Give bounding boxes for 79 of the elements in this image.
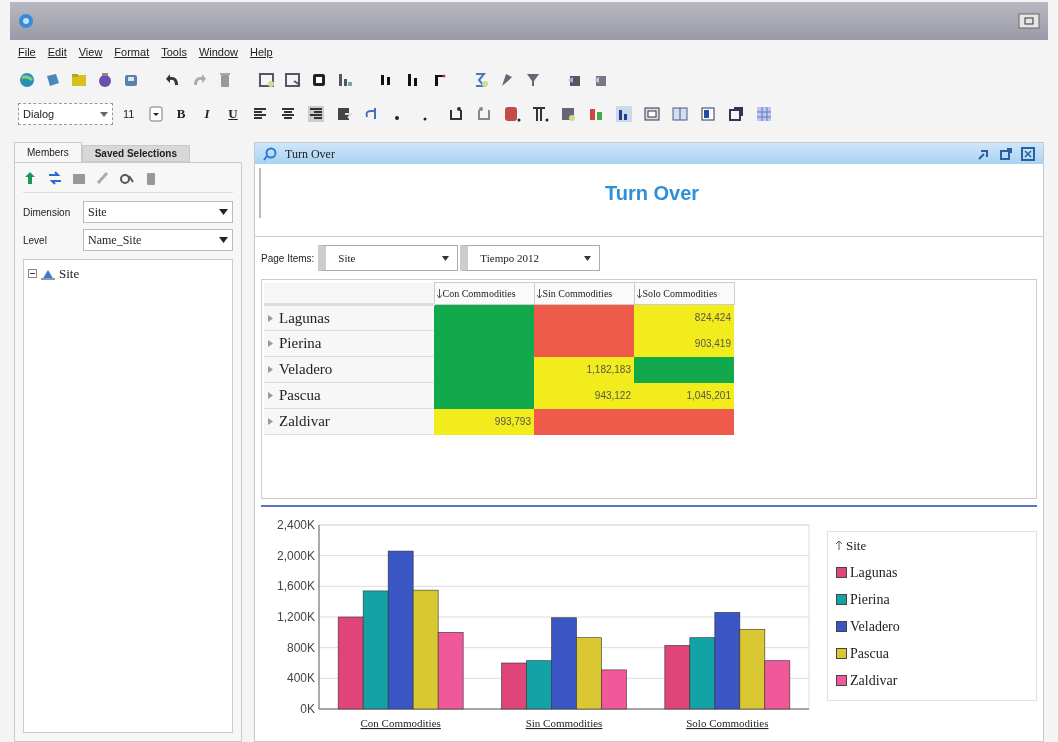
tree-item[interactable]: Site [59, 264, 80, 284]
menu-item[interactable]: Window [198, 43, 238, 61]
chart-icon[interactable] [336, 71, 354, 89]
bar [501, 662, 527, 710]
legend-label: Pierina [850, 590, 890, 609]
legend-title: Site [846, 537, 867, 555]
grid-icon[interactable] [643, 105, 661, 123]
page-items-label: Page Items: [261, 251, 315, 266]
y-axis-label: 400K [286, 671, 315, 686]
panel-tab[interactable]: Saved Selections [81, 145, 190, 162]
menu-item[interactable]: Tools [161, 43, 187, 61]
expand-icon[interactable] [268, 340, 273, 347]
report-icon [263, 146, 277, 161]
expand-icon[interactable] [268, 392, 273, 399]
legend-label: Lagunas [850, 563, 898, 582]
grid-icon[interactable] [755, 105, 773, 123]
table-cell: 1,182,183 [534, 356, 634, 383]
copy-icon[interactable] [727, 105, 745, 123]
dropdown-icon[interactable] [149, 106, 163, 122]
table-icon[interactable] [284, 71, 302, 89]
style-button[interactable]: I [199, 104, 215, 124]
y-axis-label: 2,400K [276, 518, 315, 532]
expand-icon[interactable] [268, 366, 273, 373]
x-axis-label: Sin Commodities [525, 717, 603, 729]
detach-icon[interactable] [999, 146, 1013, 161]
restore-icon[interactable] [1018, 13, 1040, 29]
report-window-title: Turn Over [285, 145, 335, 163]
font-dropdown[interactable]: Dialog [18, 103, 113, 125]
page-item-dropdown[interactable]: Site [318, 245, 459, 271]
wrap-icon[interactable] [335, 105, 353, 123]
dropdown-arrow-icon [219, 237, 228, 243]
menu-item[interactable]: Format [114, 43, 150, 61]
field-label: Level [23, 233, 48, 248]
page-item-dropdown[interactable]: Tiempo 2012 [460, 245, 601, 271]
panel-icon[interactable] [699, 105, 717, 123]
dropdown-arrow-icon [442, 255, 450, 261]
menu-item[interactable]: Edit [47, 43, 67, 61]
bar-chart-icon[interactable] [615, 105, 633, 123]
dropdown-arrow-icon [219, 209, 228, 215]
square-icon[interactable] [310, 71, 328, 89]
y-axis-label: 0K [300, 702, 315, 716]
panel-tab[interactable]: Members [14, 142, 82, 162]
bar [664, 645, 691, 710]
x-axis-label: Solo Commodities [686, 717, 769, 729]
menu-item[interactable]: View [78, 43, 103, 61]
expand-icon[interactable] [268, 314, 273, 322]
expand-icon[interactable] [268, 418, 273, 425]
app-icon [18, 13, 34, 29]
dropdown-arrow-icon [100, 111, 108, 117]
table-icon[interactable] [258, 71, 276, 89]
table-cell: 824,424 [634, 304, 734, 331]
table-cell: 943,122 [534, 382, 634, 409]
table-cell: 903,419 [634, 330, 734, 357]
table-cell: 1,045,201 [634, 382, 734, 409]
y-axis-label: 1,600K [276, 579, 315, 594]
align-right-icon[interactable] [307, 105, 325, 123]
font-size-field[interactable]: 11 [123, 105, 139, 123]
y-axis-label: 2,000K [276, 548, 315, 563]
legend-label: Pascua [850, 644, 889, 663]
dropdown-arrow-icon [584, 255, 592, 261]
style-button[interactable]: U [225, 104, 241, 124]
menu-item[interactable]: Help [250, 43, 273, 61]
y-axis-label: 800K [286, 640, 315, 655]
x-axis-label: Con Commodities [360, 717, 441, 729]
report-title: Turn Over [604, 181, 700, 206]
dropdown-field[interactable]: Name_Site [83, 229, 233, 251]
close-icon[interactable] [1021, 146, 1035, 161]
legend-label: Zaldivar [850, 671, 898, 690]
field-label: Dimension [23, 205, 72, 220]
table-cell: 993,793 [434, 408, 534, 435]
menu-item[interactable]: File [18, 43, 36, 61]
y-axis-label: 1,200K [276, 610, 315, 624]
legend-label: Veladero [850, 617, 900, 636]
collapse-icon[interactable] [28, 269, 37, 279]
grid-icon[interactable] [671, 105, 689, 123]
swap-icon[interactable] [47, 169, 63, 186]
style-button[interactable]: B [173, 104, 189, 124]
funnel-icon[interactable] [524, 71, 542, 89]
dropdown-field[interactable]: Site [83, 201, 233, 223]
